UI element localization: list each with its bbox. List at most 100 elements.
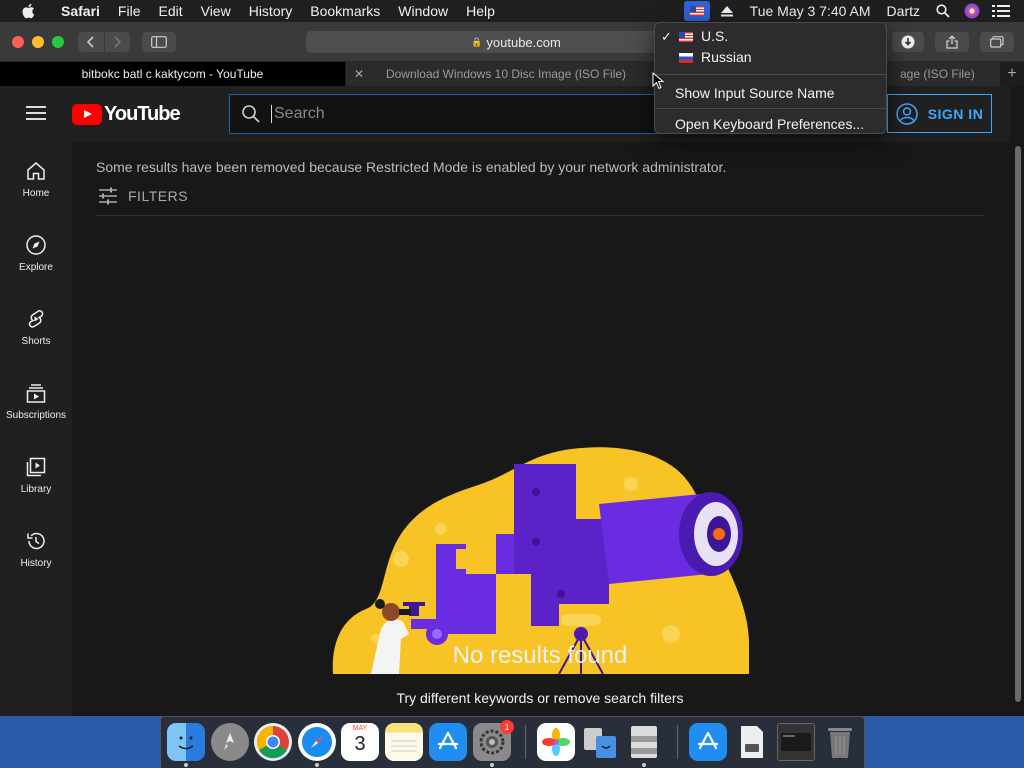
- us-flag-icon: [689, 6, 704, 16]
- menubar-user[interactable]: Dartz: [887, 3, 920, 19]
- spotlight-search-icon[interactable]: [936, 4, 950, 18]
- minimize-window-button[interactable]: [32, 36, 44, 48]
- sidebar-item-explore[interactable]: Explore: [0, 216, 72, 290]
- youtube-page: YouTube SIGN IN Home Explore Shor: [0, 86, 1024, 716]
- downloads-button[interactable]: [892, 32, 924, 52]
- back-button[interactable]: [78, 32, 104, 52]
- navigation-buttons: [78, 32, 130, 52]
- safari-icon[interactable]: [298, 723, 336, 761]
- tab-title: age (ISO File): [900, 67, 975, 81]
- tab-windows-download[interactable]: ✕ Download Windows 10 Disc Image (ISO Fi…: [346, 62, 666, 86]
- new-tab-button[interactable]: +: [1000, 62, 1024, 86]
- sign-in-button[interactable]: SIGN IN: [887, 94, 992, 133]
- input-source-russian[interactable]: Russian: [655, 47, 886, 68]
- download-icon: [901, 35, 915, 49]
- menu-help[interactable]: Help: [457, 0, 504, 22]
- document-icon[interactable]: [733, 723, 771, 761]
- app-store-icon[interactable]: [429, 723, 467, 761]
- share-button[interactable]: [935, 32, 969, 52]
- tab-windows-download-2[interactable]: age (ISO File): [886, 62, 1000, 86]
- menu-view[interactable]: View: [192, 0, 240, 22]
- macos-dock: MAY 3 1: [160, 716, 865, 768]
- macos-menu-bar: Safari File Edit View History Bookmarks …: [0, 0, 1024, 22]
- running-indicator: [315, 763, 319, 767]
- eject-icon[interactable]: [720, 5, 734, 17]
- open-keyboard-preferences-item[interactable]: Open Keyboard Preferences...: [655, 112, 886, 136]
- dock-separator: [677, 725, 678, 759]
- no-results-title: No results found: [452, 642, 628, 669]
- search-icon: [242, 105, 260, 123]
- apple-logo-icon[interactable]: [20, 2, 38, 20]
- library-icon: [26, 457, 46, 476]
- app-store-downloads-icon[interactable]: [689, 723, 727, 761]
- filters-button[interactable]: FILTERS: [96, 186, 984, 206]
- menu-edit[interactable]: Edit: [149, 0, 191, 22]
- search-input[interactable]: [271, 105, 651, 123]
- system-preferences-icon[interactable]: 1: [473, 720, 514, 761]
- chevron-left-icon: [86, 36, 94, 48]
- menu-bookmarks[interactable]: Bookmarks: [301, 0, 389, 22]
- close-window-button[interactable]: [12, 36, 24, 48]
- siri-icon[interactable]: [964, 3, 980, 19]
- sidebar-item-home[interactable]: Home: [0, 142, 72, 216]
- tab-youtube[interactable]: bitbokc batl c kaktycom - YouTube: [0, 62, 345, 86]
- input-source-button[interactable]: [683, 1, 710, 21]
- youtube-logo[interactable]: YouTube: [72, 103, 181, 125]
- scrollbar-thumb[interactable]: [1015, 146, 1021, 702]
- notes-icon[interactable]: [385, 723, 423, 761]
- sidebar-label: History: [20, 557, 52, 569]
- migration-assistant-icon[interactable]: [581, 723, 619, 761]
- page-scrollbar[interactable]: [1014, 142, 1022, 712]
- sidebar-label: Library: [20, 483, 52, 495]
- sidebar-toggle-button[interactable]: [142, 32, 176, 52]
- tabs-icon: [990, 36, 1004, 48]
- youtube-play-icon: [72, 103, 102, 125]
- menubar-clock[interactable]: Tue May 3 7:40 AM: [750, 3, 871, 19]
- trash-icon[interactable]: [821, 723, 859, 761]
- russia-flag-icon: [679, 53, 693, 63]
- running-indicator: [490, 763, 494, 767]
- sidebar-item-library[interactable]: Library: [0, 438, 72, 512]
- menu-window[interactable]: Window: [389, 0, 457, 22]
- tab-title: bitbokc batl c kaktycom - YouTube: [81, 67, 264, 81]
- sign-in-label: SIGN IN: [927, 105, 984, 122]
- menu-safari[interactable]: Safari: [52, 0, 109, 22]
- lock-icon: 🔒: [471, 36, 483, 47]
- guide-menu-button[interactable]: [26, 106, 46, 120]
- finder-icon[interactable]: [167, 723, 205, 761]
- calendar-month: MAY: [352, 725, 368, 732]
- sidebar-item-subscriptions[interactable]: Subscriptions: [0, 364, 72, 438]
- sidebar-item-shorts[interactable]: Shorts: [0, 290, 72, 364]
- dock-separator: [525, 725, 526, 759]
- menu-history[interactable]: History: [240, 0, 302, 22]
- filters-divider: [96, 215, 984, 216]
- sidebar-label: Home: [22, 187, 50, 199]
- search-results: Some results have been removed because R…: [96, 142, 984, 216]
- show-input-source-name-item[interactable]: Show Input Source Name: [655, 81, 886, 105]
- menu-separator: [655, 108, 886, 109]
- photos-icon[interactable]: [537, 723, 575, 761]
- running-indicator: [184, 763, 188, 767]
- youtube-mini-guide: Home Explore Shorts Subscriptions Librar…: [0, 142, 72, 716]
- input-source-menu: ✓ U.S. Russian Show Input Source Name Op…: [654, 22, 887, 134]
- sidebar-item-history[interactable]: History: [0, 512, 72, 586]
- calendar-icon[interactable]: MAY 3: [341, 723, 379, 761]
- sidebar-label: Shorts: [21, 335, 51, 347]
- share-icon: [946, 35, 958, 49]
- archive-utility-icon[interactable]: [625, 723, 663, 761]
- filters-label: FILTERS: [128, 188, 189, 204]
- tab-overview-button[interactable]: [980, 32, 1014, 52]
- close-tab-icon[interactable]: ✕: [354, 62, 364, 86]
- control-center-icon[interactable]: [992, 4, 1010, 18]
- launchpad-icon[interactable]: [211, 723, 249, 761]
- checkmark-icon: ✓: [661, 29, 672, 44]
- forward-button[interactable]: [103, 32, 131, 52]
- screenshot-thumbnail-icon[interactable]: [777, 723, 815, 761]
- zoom-window-button[interactable]: [52, 36, 64, 48]
- input-source-us[interactable]: ✓ U.S.: [655, 26, 886, 47]
- chrome-icon[interactable]: [254, 723, 292, 761]
- menu-file[interactable]: File: [109, 0, 150, 22]
- us-flag-icon: [679, 32, 693, 42]
- compass-icon: [26, 234, 46, 255]
- address-text: youtube.com: [486, 34, 561, 50]
